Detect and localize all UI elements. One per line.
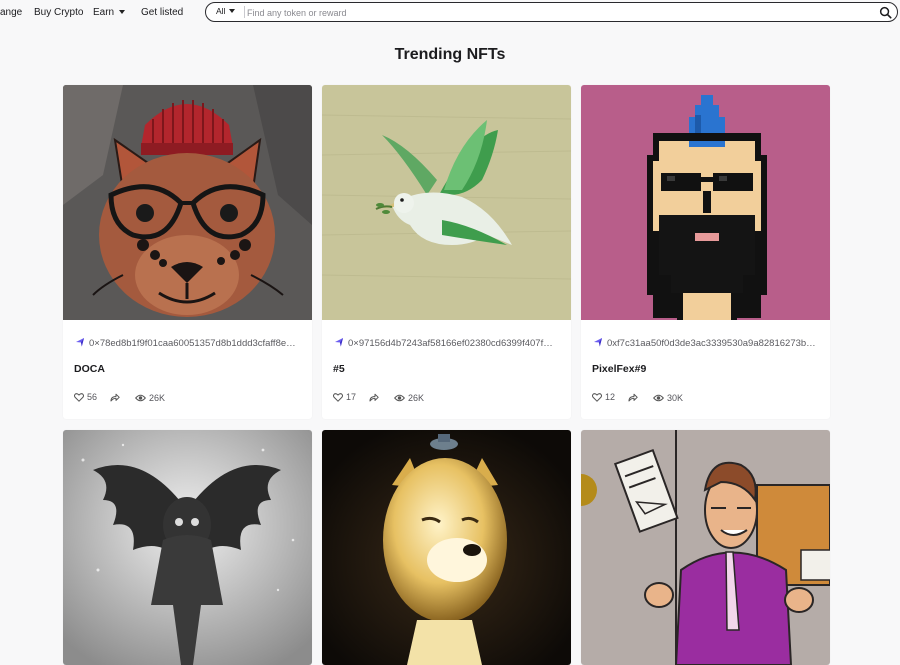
nft-name[interactable]: PixelFex#9	[592, 363, 646, 375]
nft-contract[interactable]: 0×78ed8b1f9f01caa60051357d8b1ddd3cfaff8e…	[75, 337, 300, 349]
nft-stats: 12 30K	[592, 392, 693, 404]
like-count: 56	[87, 392, 98, 402]
nft-info: 0xf7c31aa50f0d3de3ac3339530a9a82816273b……	[581, 320, 830, 419]
like-button[interactable]: 17	[333, 392, 356, 402]
nft-name[interactable]: DOCA	[74, 363, 105, 375]
share-icon	[369, 393, 379, 401]
nav-item-earn[interactable]: Earn	[93, 7, 126, 18]
like-button[interactable]: 12	[592, 392, 615, 402]
like-count: 12	[605, 392, 616, 402]
nft-artwork-winged-creature	[63, 430, 312, 665]
nft-contract[interactable]: 0×97156d4b7243af58166ef02380cd6399f407f…	[334, 337, 559, 349]
search-input[interactable]	[245, 5, 869, 21]
nft-info: 0×97156d4b7243af58166ef02380cd6399f407f……	[322, 320, 571, 419]
share-button[interactable]	[628, 393, 641, 402]
eye-icon	[135, 394, 147, 401]
nft-info: 0×78ed8b1f9f01caa60051357d8b1ddd3cfaff8e…	[63, 320, 312, 419]
nft-artwork-cartoon-man	[581, 430, 830, 665]
nft-card[interactable]: 0×78ed8b1f9f01caa60051357d8b1ddd3cfaff8e…	[63, 85, 312, 419]
heart-icon	[333, 392, 343, 402]
nft-image[interactable]	[63, 430, 312, 665]
nav-item-get-listed[interactable]: Get listed	[141, 7, 183, 18]
nav-item-earn-label: Earn	[93, 7, 115, 18]
eye-icon	[394, 394, 406, 401]
share-button[interactable]	[110, 393, 123, 402]
nft-card[interactable]	[63, 430, 312, 665]
view-count: 26K	[135, 393, 165, 403]
heart-icon	[592, 392, 602, 402]
nft-image[interactable]	[63, 85, 312, 320]
nft-card[interactable]	[322, 430, 571, 665]
ethereum-icon	[335, 338, 343, 347]
page-title: Trending NFTs	[394, 46, 506, 63]
view-count-value: 30K	[667, 392, 684, 403]
chevron-down-icon	[229, 9, 236, 13]
search-icon[interactable]	[879, 6, 892, 19]
ethereum-icon	[76, 338, 84, 347]
view-count: 30K	[653, 393, 683, 403]
view-count-value: 26K	[408, 392, 425, 403]
search-bar: All	[205, 2, 898, 22]
nft-contract[interactable]: 0xf7c31aa50f0d3de3ac3339530a9a82816273b…	[593, 337, 818, 349]
nft-artwork-pixel-face	[581, 85, 830, 320]
nft-image[interactable]	[581, 430, 830, 665]
nft-stats: 17 26K	[333, 392, 434, 404]
share-button[interactable]	[369, 393, 382, 402]
share-icon	[110, 393, 120, 401]
nft-card[interactable]: 0×97156d4b7243af58166ef02380cd6399f407f……	[322, 85, 571, 419]
nft-image[interactable]	[322, 85, 571, 320]
nft-artwork-dove	[322, 85, 571, 320]
ethereum-icon	[594, 338, 602, 347]
share-icon	[628, 393, 638, 401]
view-count: 26K	[394, 393, 424, 403]
nft-image[interactable]	[581, 85, 830, 320]
nft-contract-address: 0×97156d4b7243af58166ef02380cd6399f407f…	[348, 338, 553, 349]
like-button[interactable]: 56	[74, 392, 97, 402]
nft-card[interactable]: 0xf7c31aa50f0d3de3ac3339530a9a82816273b……	[581, 85, 830, 419]
like-count: 17	[346, 392, 357, 402]
nft-name[interactable]: #5	[333, 363, 345, 375]
chevron-down-icon	[119, 10, 126, 14]
heart-icon	[74, 392, 84, 402]
nft-contract-address: 0×78ed8b1f9f01caa60051357d8b1ddd3cfaff8e…	[89, 338, 296, 349]
nav-item-buy-crypto[interactable]: Buy Crypto	[34, 7, 83, 18]
nft-image[interactable]	[322, 430, 571, 665]
nft-artwork-fox	[63, 85, 312, 320]
nft-artwork-golden-dog	[322, 430, 571, 665]
search-filter-dropdown[interactable]: All	[216, 6, 236, 16]
eye-icon	[653, 394, 665, 401]
view-count-value: 26K	[149, 392, 166, 403]
nft-card[interactable]	[581, 430, 830, 665]
nft-stats: 56 26K	[74, 392, 175, 404]
nft-contract-address: 0xf7c31aa50f0d3de3ac3339530a9a82816273b…	[607, 338, 816, 349]
top-nav: ange Buy Crypto Earn Get listed All	[0, 0, 900, 26]
search-filter-label: All	[216, 6, 226, 16]
nav-item-exchange[interactable]: ange	[0, 7, 22, 18]
